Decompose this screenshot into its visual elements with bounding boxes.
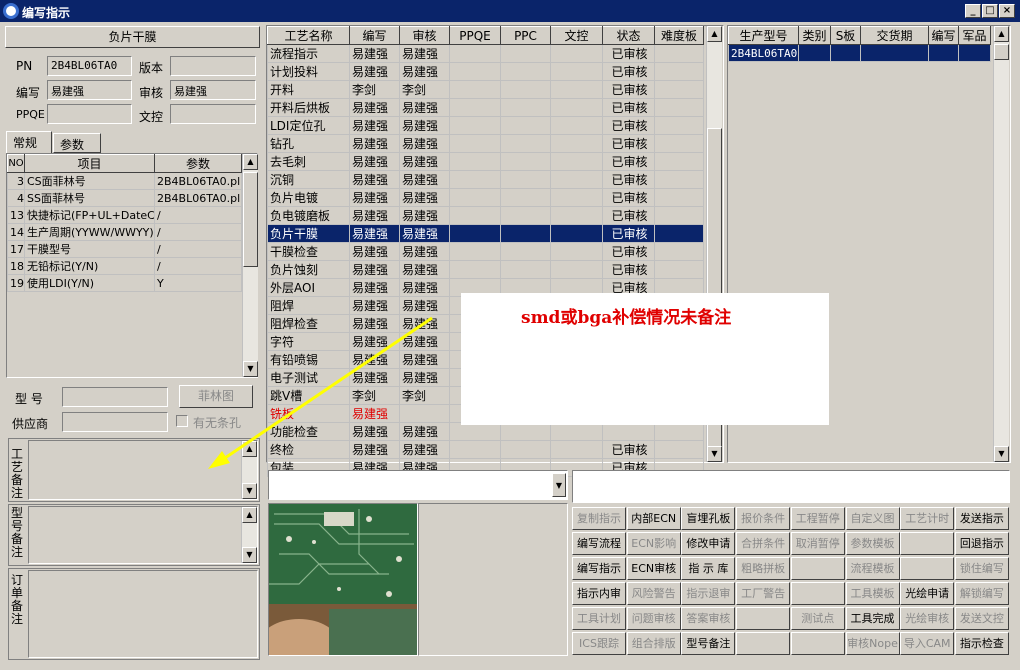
annotation-text: smd或bga补偿情况未备注 xyxy=(521,308,732,328)
annotation-box: smd或bga补偿情况未备注 xyxy=(461,293,829,425)
tab-general[interactable]: 常规 xyxy=(6,131,52,153)
arrow-head xyxy=(208,451,230,469)
arrow-shaft xyxy=(221,316,433,462)
